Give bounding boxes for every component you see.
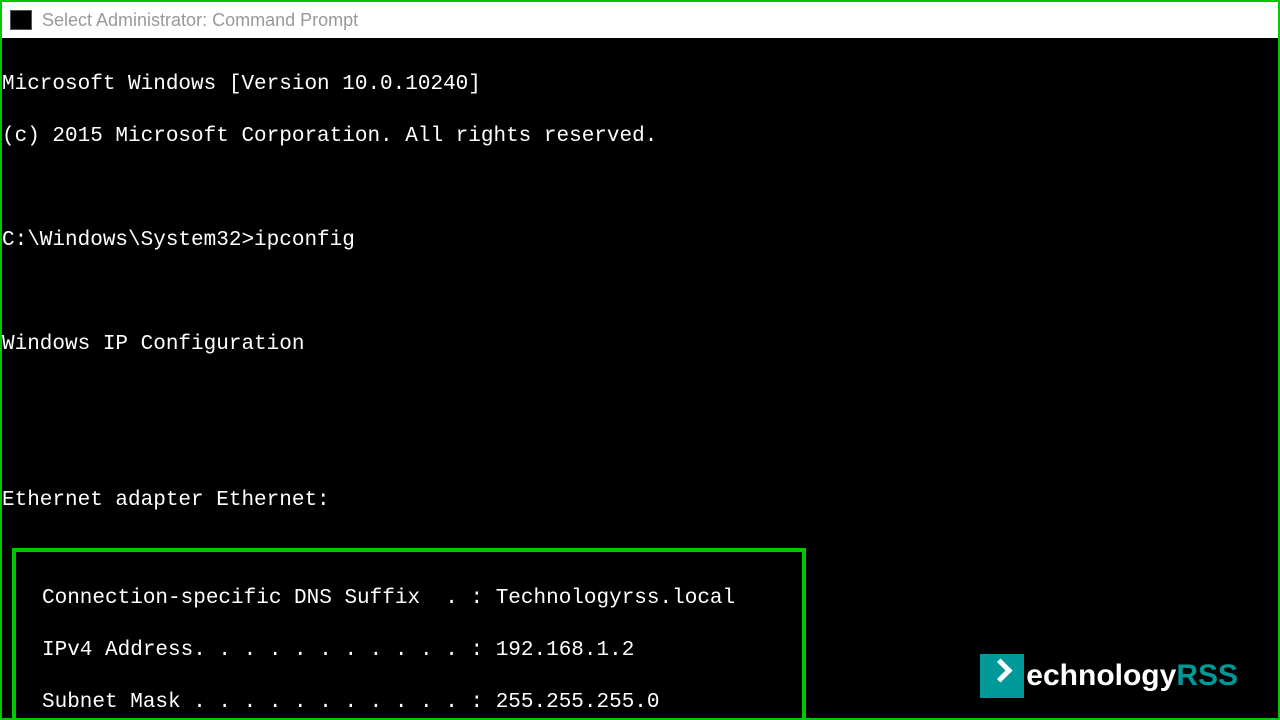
titlebar-text: Select Administrator: Command Prompt	[42, 10, 358, 31]
value: Technologyrss.local	[496, 587, 735, 610]
cmd-icon	[10, 10, 32, 30]
prompt-line: C:\Windows\System32>ipconfig	[2, 228, 1278, 254]
winip-header: Windows IP Configuration	[2, 332, 1278, 358]
value: 255.255.255.0	[496, 691, 660, 714]
prompt-path: C:\Windows\System32>	[2, 229, 254, 252]
label: Subnet Mask . . . . . . . . . . . :	[42, 691, 496, 714]
os-version-line: Microsoft Windows [Version 10.0.10240]	[2, 72, 1278, 98]
blank	[2, 436, 1278, 462]
eth1-dns: Connection-specific DNS Suffix . : Techn…	[42, 586, 802, 612]
eth1-ipv4: IPv4 Address. . . . . . . . . . . : 192.…	[42, 638, 802, 664]
label: Connection-specific DNS Suffix . :	[42, 587, 496, 610]
copyright-line: (c) 2015 Microsoft Corporation. All righ…	[2, 124, 1278, 150]
highlight-box: Connection-specific DNS Suffix . : Techn…	[12, 548, 806, 720]
label: IPv4 Address. . . . . . . . . . . :	[42, 639, 496, 662]
terminal-output[interactable]: Microsoft Windows [Version 10.0.10240] (…	[2, 38, 1278, 720]
cmd-window: Select Administrator: Command Prompt Mic…	[0, 0, 1280, 720]
blank	[2, 384, 1278, 410]
command-text: ipconfig	[254, 229, 355, 252]
watermark: echnologyRSS	[980, 654, 1238, 698]
eth1-title: Ethernet adapter Ethernet:	[2, 488, 1278, 514]
eth1-mask: Subnet Mask . . . . . . . . . . . : 255.…	[42, 690, 802, 716]
watermark-arrow-icon	[980, 654, 1024, 698]
blank	[2, 176, 1278, 202]
value: 192.168.1.2	[496, 639, 635, 662]
watermark-text: echnologyRSS	[1026, 659, 1238, 693]
blank	[2, 280, 1278, 306]
titlebar[interactable]: Select Administrator: Command Prompt	[2, 2, 1278, 38]
watermark-main: echnology	[1026, 659, 1176, 692]
watermark-rss: RSS	[1176, 659, 1238, 692]
